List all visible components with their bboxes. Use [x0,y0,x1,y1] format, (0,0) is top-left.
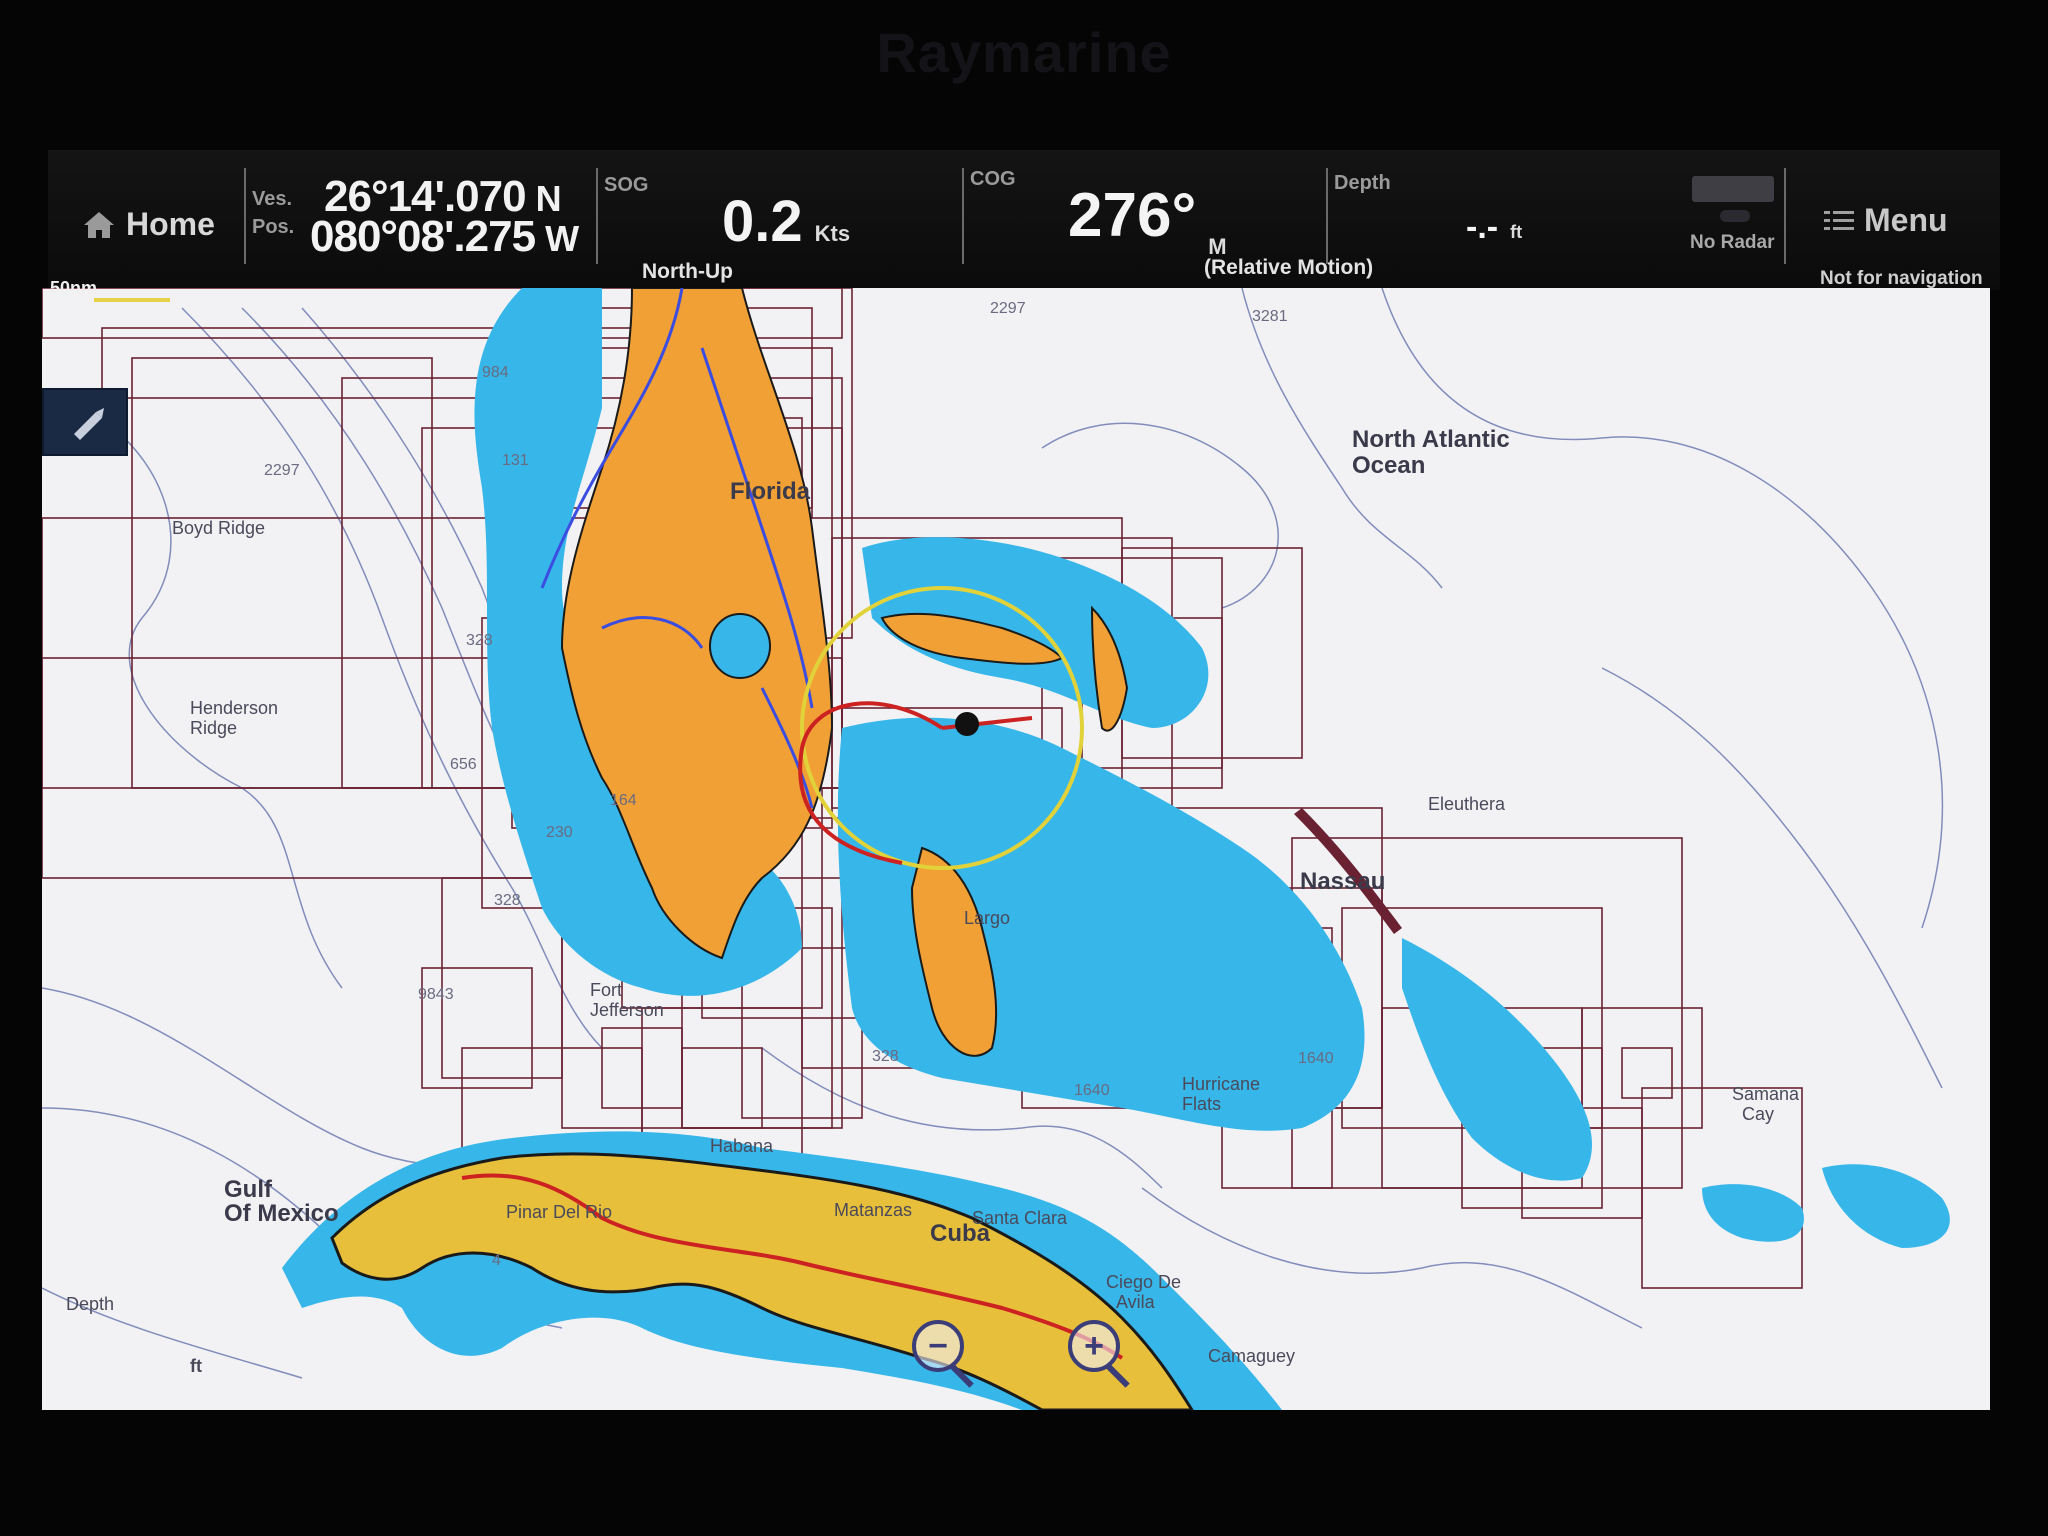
turks-shallow [1702,1184,1804,1242]
scale-label: 50nm [50,278,98,298]
bahamas-exuma [1402,938,1592,1181]
label-ocean: Ocean [1352,452,1426,479]
depth-unit: ft [1510,222,1523,242]
label-jefferson: Jefferson [590,1000,664,1020]
sog-readout[interactable]: 0.2 Kts [722,188,850,255]
label-nassau: Nassau [1300,868,1386,895]
cog-label: COG [970,168,1016,190]
label-hurricane: Hurricane [1182,1074,1261,1094]
label-flats: Flats [1182,1094,1222,1114]
home-label: Home [126,206,215,242]
lon-hemisphere: W [545,218,579,259]
label-north-atlantic: North Atlantic [1352,426,1510,453]
label-matanzas: Matanzas [834,1200,913,1220]
pos-label: Pos. [252,216,295,238]
longitude-value: 080°08'.275 [310,212,536,261]
label-camaguey: Camaguey [1208,1346,1296,1366]
motion-mode[interactable]: (Relative Motion) [1204,256,1373,280]
label-fort: Fort [590,980,623,1000]
label-habana: Habana [710,1136,774,1156]
depth-sounding: 2297 [990,300,1026,317]
eastern-islands [1822,1164,1950,1248]
status-bar: Home Ves. Pos. 26°14'.070 N 080°08'.275 W … [48,150,2000,290]
label-ridge: Ridge [190,718,238,738]
zoom-in-button[interactable]: + [1068,1320,1120,1372]
label-eleuthera: Eleuthera [1428,794,1506,814]
chart-tool-button[interactable] [42,388,128,456]
depth-sounding: 3281 [1252,308,1288,325]
menu-icon [1824,210,1854,230]
depth-sounding: 4 [492,1252,501,1269]
depth-sounding: 328 [872,1048,899,1065]
label-henderson: Henderson [190,698,279,718]
divider [596,168,598,264]
zoom-out-icon: − [928,1326,948,1365]
divider [1326,168,1328,264]
label-florida: Florida [730,478,811,505]
depth-sounding: 328 [466,632,493,649]
depth-sounding: 1640 [1298,1050,1334,1067]
scale-bar [94,298,170,302]
divider [244,168,246,264]
nautical-chart[interactable] [42,288,1990,1410]
menu-label: Menu [1864,202,1948,238]
chart-view[interactable]: North Atlantic Ocean Florida Gulf Of Mex… [42,288,1990,1410]
label-cay: Cay [1742,1104,1775,1124]
depth-sounding: 230 [546,824,573,841]
home-icon [84,211,114,238]
depth-sounding: 164 [610,792,637,809]
home-button[interactable]: Home [82,206,215,243]
vessel-icon[interactable] [955,712,979,736]
divider [962,168,964,264]
label-avila: Avila [1116,1292,1155,1312]
label-largo: Largo [964,908,1011,928]
ves-label: Ves. [252,188,293,210]
menu-button[interactable]: Menu [1824,202,1948,239]
depth-sounding: 9843 [418,986,454,1003]
radar-icon[interactable] [1692,176,1774,202]
divider [1784,168,1786,264]
sog-label: SOG [604,174,649,196]
depth-sounding: 2297 [264,462,300,479]
navigation-warning: Not for navigation [1820,268,1983,289]
sog-value: 0.2 [722,189,803,254]
label-santa-clara: Santa Clara [972,1208,1068,1228]
depth-sounding: 1640 [1074,1082,1110,1099]
label-depth: Depth [66,1294,115,1314]
depth-readout[interactable]: -.- ft [1466,208,1522,247]
label-pinar-del-rio: Pinar Del Rio [506,1202,613,1222]
cog-value: 276° [1068,181,1197,250]
lake-okeechobee [709,613,771,679]
depth-sounding: 984 [482,364,509,381]
label-boyd-ridge: Boyd Ridge [172,518,266,538]
device-brand: Raymarine [876,21,1172,84]
radar-dot-icon [1720,210,1750,222]
radar-status: No Radar [1690,232,1775,253]
depth-value: -.- [1466,208,1499,246]
sog-unit: Kts [814,221,851,246]
orientation-mode[interactable]: North-Up [642,260,733,284]
zoom-in-icon: + [1084,1326,1104,1365]
label-of-mexico: Of Mexico [224,1200,339,1227]
boat-icon [74,408,104,440]
label-ciego-de: Ciego De [1106,1272,1182,1292]
depth-unit-label: ft [190,1356,202,1376]
label-samana: Samana [1732,1084,1800,1104]
depth-sounding: 656 [450,756,477,773]
zoom-out-button[interactable]: − [912,1320,964,1372]
cog-readout[interactable]: 276° M [1068,180,1227,260]
depth-sounding: 131 [502,452,529,469]
longitude-readout[interactable]: 080°08'.275 W [310,212,579,262]
depth-sounding: 328 [494,892,521,909]
depth-label: Depth [1334,172,1391,194]
